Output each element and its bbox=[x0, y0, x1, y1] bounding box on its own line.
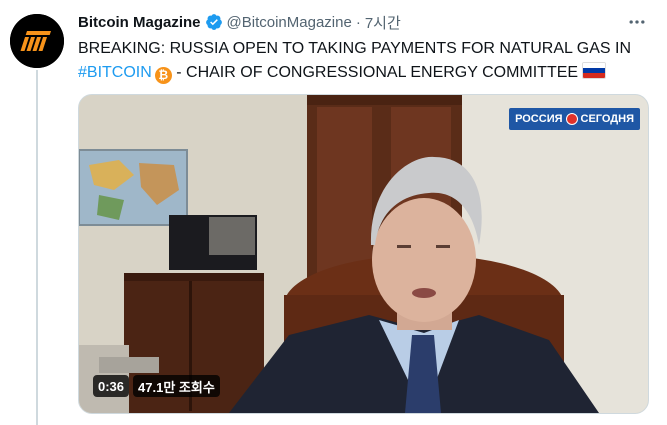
separator-dot: · bbox=[355, 13, 361, 31]
author-handle[interactable]: @BitcoinMagazine bbox=[227, 14, 352, 31]
tweet-text-line1: BREAKING: RUSSIA OPEN TO TAKING PAYMENTS… bbox=[78, 40, 631, 57]
verified-badge-icon bbox=[205, 14, 222, 30]
channel-logo-right: СЕГОДНЯ bbox=[580, 113, 634, 125]
video-frame bbox=[79, 95, 648, 413]
hashtag-bitcoin[interactable]: #BITCOIN bbox=[78, 64, 152, 81]
video-player[interactable]: РОССИЯ СЕГОДНЯ 0:36 47.1만 조회수 bbox=[78, 94, 649, 414]
more-icon[interactable] bbox=[625, 10, 649, 34]
russia-flag-icon bbox=[582, 62, 607, 79]
thread-line bbox=[36, 70, 38, 425]
channel-logo-left: РОССИЯ bbox=[515, 113, 563, 125]
globe-icon bbox=[565, 113, 578, 125]
tweet-text: BREAKING: RUSSIA OPEN TO TAKING PAYMENTS… bbox=[78, 37, 653, 85]
video-view-count: 47.1만 조회수 bbox=[133, 375, 220, 397]
video-duration: 0:36 bbox=[93, 375, 130, 397]
channel-logo: РОССИЯ СЕГОДНЯ bbox=[509, 108, 640, 130]
author-display-name[interactable]: Bitcoin Magazine bbox=[78, 14, 201, 31]
avatar[interactable] bbox=[10, 14, 64, 68]
bitcoin-magazine-logo-icon bbox=[10, 14, 64, 68]
tweet-text-line2-rest: - CHAIR OF CONGRESSIONAL ENERGY COMMITTE… bbox=[171, 64, 579, 81]
tweet-text-line2: #BITCOIN ₿ - CHAIR OF CONGRESSIONAL ENERG… bbox=[78, 61, 653, 85]
bitcoin-emoji-icon: ₿ bbox=[154, 67, 172, 84]
video-info: 0:36 47.1만 조회수 bbox=[93, 375, 220, 399]
tweet-timestamp[interactable]: 7시간 bbox=[365, 12, 401, 33]
tweet-header: Bitcoin Magazine @BitcoinMagazine · 7시간 bbox=[78, 12, 658, 32]
